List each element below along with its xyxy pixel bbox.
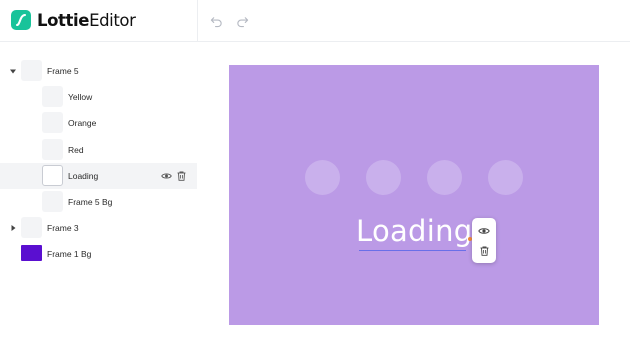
lottie-logo-icon	[11, 10, 31, 30]
app-title-regular: Editor	[89, 10, 136, 30]
redo-button[interactable]	[234, 13, 250, 29]
layer-row-frame-3[interactable]: Frame 3	[0, 215, 197, 241]
layer-label: Frame 1 Bg	[47, 249, 92, 259]
layer-label: Frame 5	[47, 66, 79, 76]
layer-thumbnail	[42, 86, 63, 107]
visibility-eye-icon[interactable]	[160, 170, 172, 182]
artboard[interactable]: Loading	[229, 65, 599, 325]
layer-row-frame-1-bg[interactable]: Frame 1 Bg	[0, 241, 197, 267]
layer-thumbnail	[21, 60, 42, 81]
layers-panel: Frame 5 Yellow Orange Red Loading Frame …	[0, 43, 197, 359]
layer-thumbnail	[42, 165, 63, 186]
app-logo[interactable]: LottieEditor	[11, 9, 136, 31]
visibility-eye-icon[interactable]	[477, 224, 491, 238]
canvas-area[interactable]: Loading	[198, 43, 630, 359]
layer-label: Red	[68, 145, 84, 155]
redo-icon	[236, 16, 248, 27]
layer-label: Orange	[68, 118, 97, 128]
loading-dot[interactable]	[488, 160, 523, 195]
layer-label: Loading	[68, 171, 99, 181]
loading-dot[interactable]	[305, 160, 340, 195]
layer-label: Frame 5 Bg	[68, 197, 113, 207]
undo-icon	[210, 16, 222, 27]
topbar-divider	[197, 0, 198, 42]
layer-thumbnail	[42, 112, 63, 133]
loading-text-layer[interactable]: Loading	[356, 213, 473, 249]
expand-caret-icon[interactable]	[8, 66, 18, 76]
layer-thumbnail	[42, 191, 63, 212]
layer-label: Yellow	[68, 92, 93, 102]
app-title: LottieEditor	[37, 11, 136, 30]
layer-label: Frame 3	[47, 223, 79, 233]
layer-row-red[interactable]: Red	[0, 137, 197, 163]
app-title-bold: Lottie	[37, 10, 90, 30]
delete-trash-icon[interactable]	[175, 170, 187, 182]
layer-thumbnail-purple	[21, 245, 42, 261]
layer-row-yellow[interactable]: Yellow	[0, 84, 197, 110]
selection-underline	[359, 250, 466, 251]
delete-trash-icon[interactable]	[477, 244, 491, 258]
loading-dot[interactable]	[427, 160, 462, 195]
layer-row-frame-5[interactable]: Frame 5	[0, 58, 197, 84]
layer-row-frame-5-bg[interactable]: Frame 5 Bg	[0, 189, 197, 215]
layer-thumbnail	[21, 217, 42, 238]
layer-thumbnail	[42, 139, 63, 160]
layer-row-loading[interactable]: Loading	[0, 163, 197, 189]
loading-dot[interactable]	[366, 160, 401, 195]
undo-button[interactable]	[208, 13, 224, 29]
floating-layer-toolbar	[472, 218, 496, 263]
layer-row-orange[interactable]: Orange	[0, 110, 197, 136]
top-bar: LottieEditor	[0, 0, 630, 42]
collapse-caret-icon[interactable]	[8, 223, 18, 233]
